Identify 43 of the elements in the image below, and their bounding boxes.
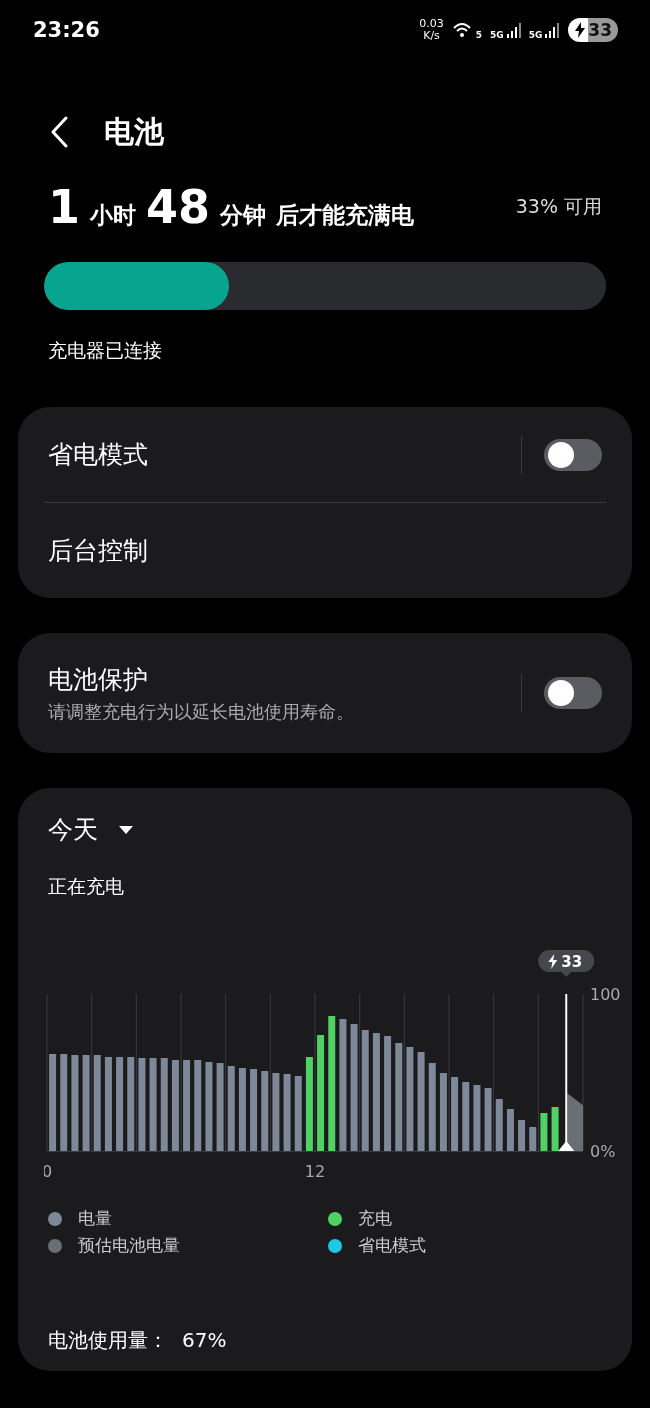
settings-toggle-row[interactable]: 省电模式 [48,407,602,502]
predicted-level-area [567,1093,583,1151]
settings-item[interactable]: 后台控制 [48,503,602,598]
battery-bar [484,1088,492,1151]
legend-label: 省电模式 [358,1234,426,1257]
usage-total-value: 67% [182,1327,227,1354]
battery-bar [473,1085,481,1151]
toggle-switch[interactable] [544,677,602,709]
caret-icon [118,825,134,835]
battery-bar [506,1109,514,1151]
available-percentage: 33% 可用 [515,194,602,219]
charging-state: 正在充电 [48,874,125,899]
back-icon[interactable] [50,116,70,148]
wifi-label: 5 [475,30,482,40]
axis-label: 100 [590,985,621,1004]
setting-title[interactable]: 电池保护 [48,662,521,696]
battery-bar [462,1082,470,1151]
battery-bar [529,1127,537,1151]
page-title: 电池 [104,112,164,151]
legend-label: 预估电池电量 [78,1234,180,1257]
charging-bar [540,1113,548,1151]
network-type: 5G [490,30,504,40]
charge-time-estimate: 1 小时 48 分钟 后才能充满电 [48,180,415,234]
battery-bar [518,1120,526,1151]
charger-status: 充电器已连接 [48,338,163,363]
usage-total-label: 电池使用量： [48,1327,168,1354]
axis-label: 12 [304,1162,326,1181]
wifi-icon [452,21,473,39]
clock: 23:26 [33,18,100,42]
charging-bar [551,1107,559,1151]
network-speed-unit: K/s [423,30,440,42]
legend-label: 充电 [358,1207,392,1230]
signal-icon [506,22,521,38]
battery-indicator: 33 [568,18,618,42]
signal-icon [545,22,560,38]
axis-label: 0% [590,1142,616,1161]
network-type: 5G [528,30,543,40]
setting-description: 请调整充电行为以延长电池使用寿命。 [48,699,355,724]
toggle-switch[interactable] [544,438,602,471]
network-speed: 0.03 [419,18,444,30]
battery-bar [495,1099,503,1151]
period-dropdown[interactable]: 今天 [48,812,134,848]
legend-label: 电量 [78,1207,112,1230]
